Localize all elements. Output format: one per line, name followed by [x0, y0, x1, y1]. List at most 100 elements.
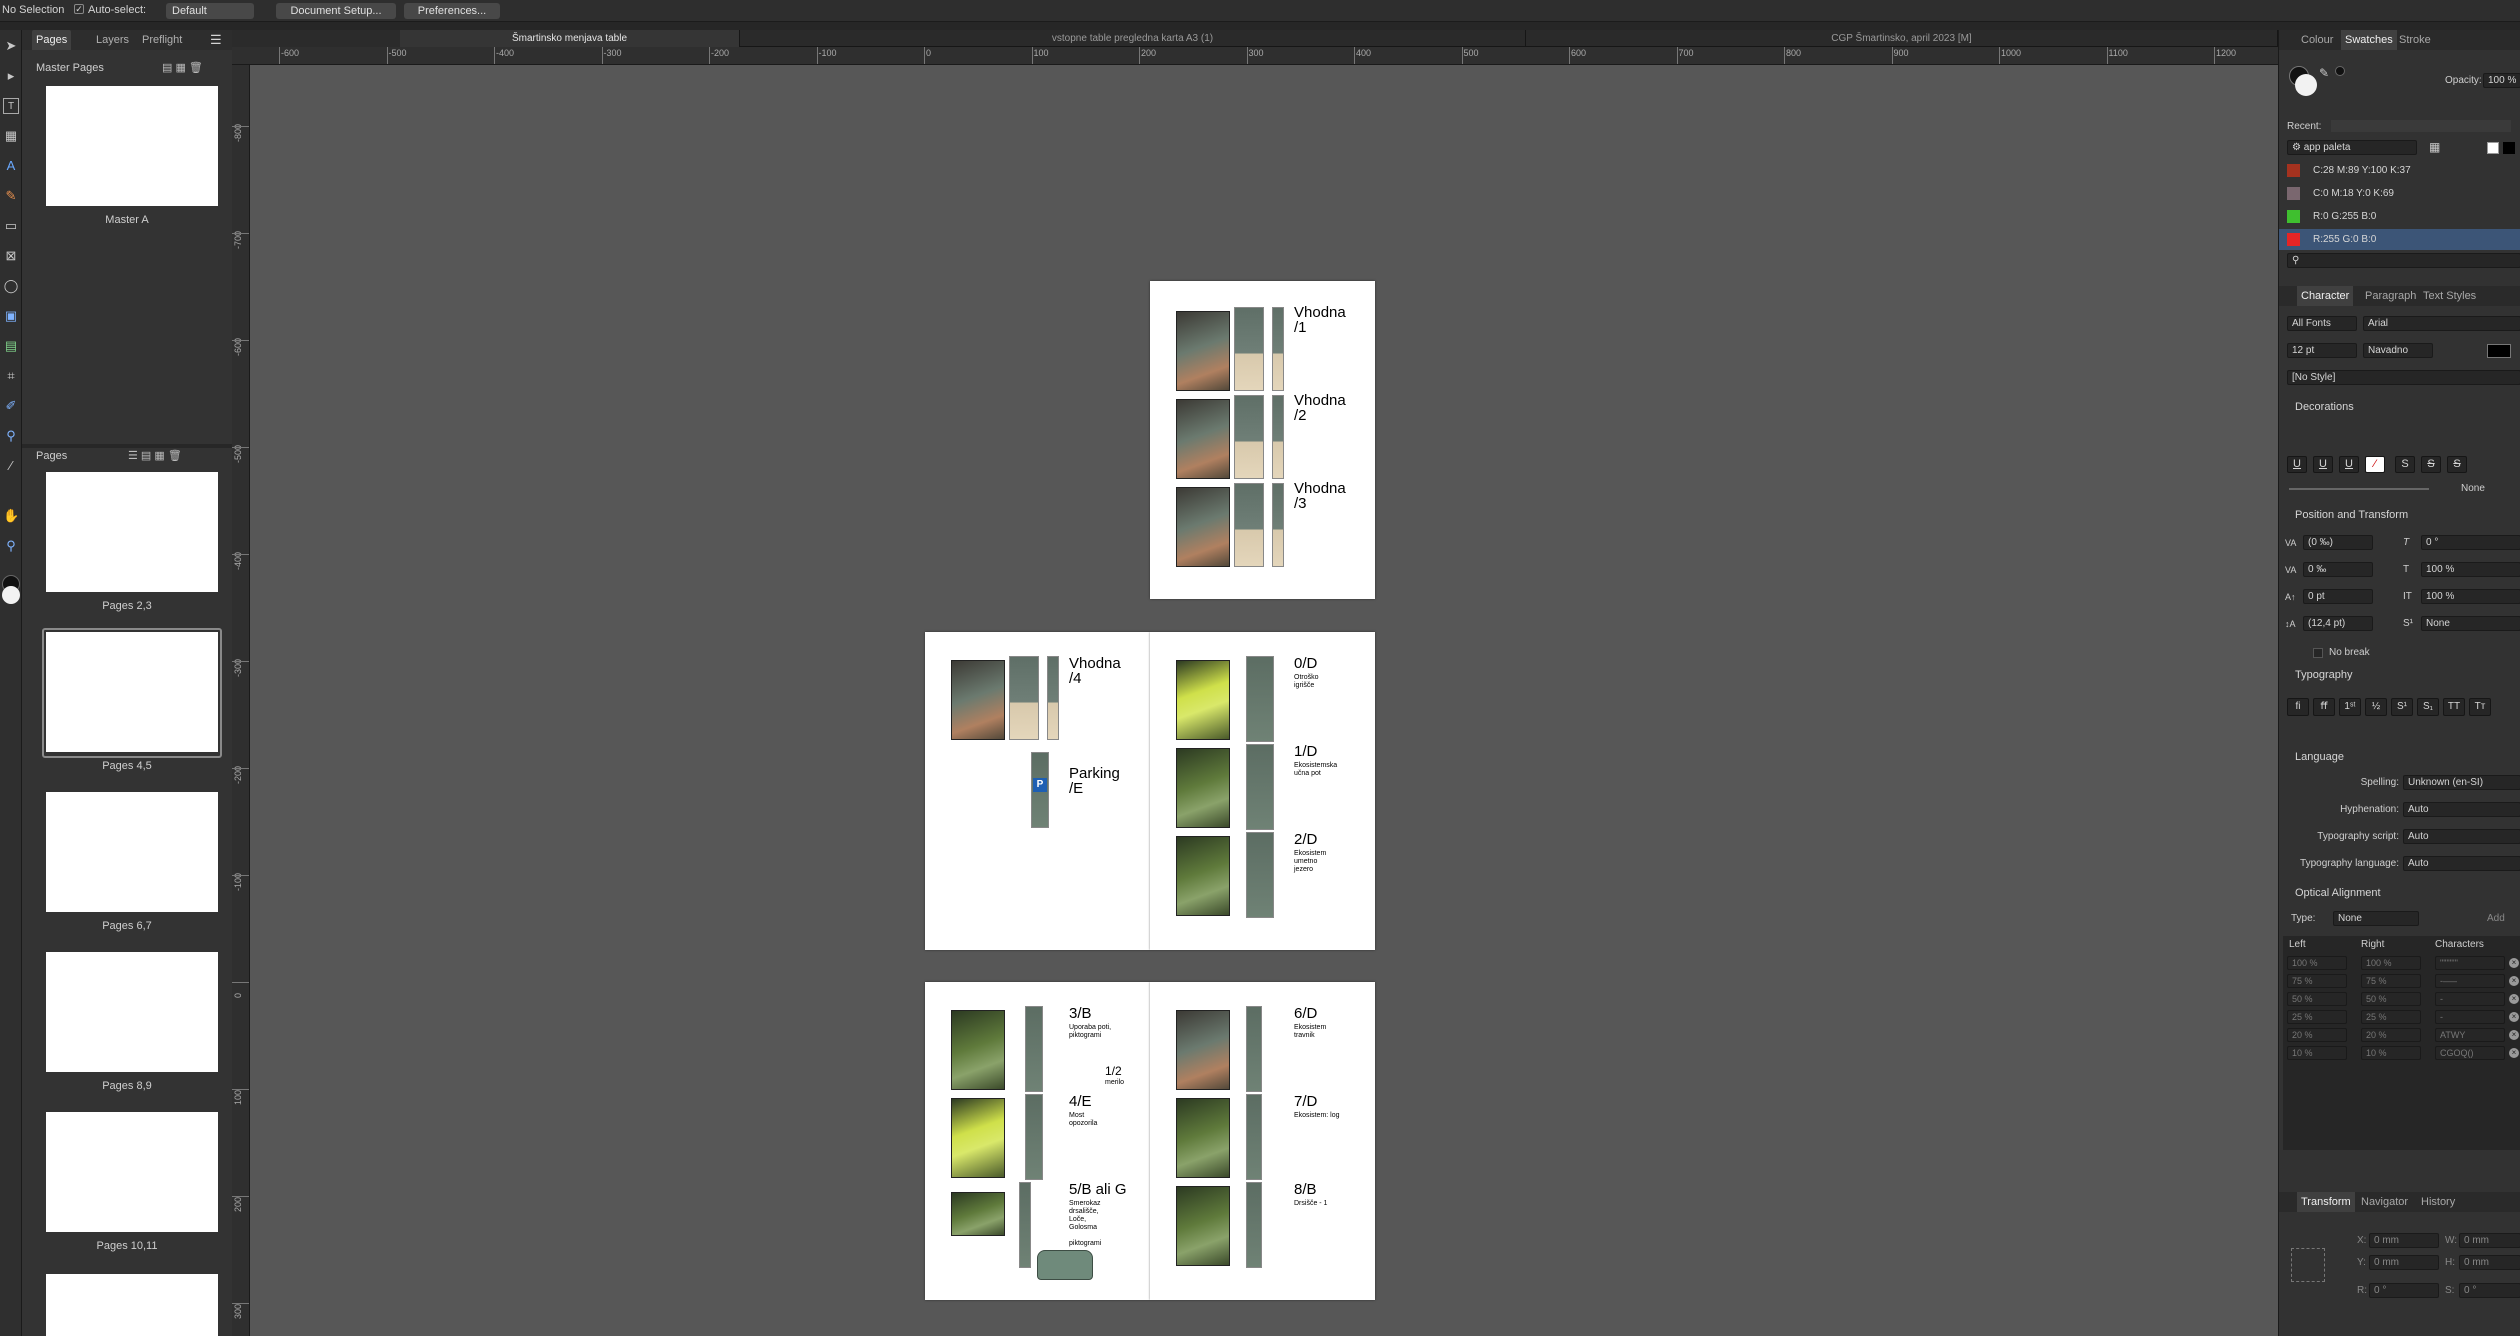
artistic-text-tool-icon[interactable]: A [3, 158, 19, 174]
document-canvas[interactable]: Vhodna /1 Vhodna /2 Vhodna /3 Vhodna /4 … [250, 65, 2278, 1336]
h-field[interactable]: 0 mm [2459, 1255, 2520, 1270]
optical-alignment-header[interactable]: Optical Alignment [2279, 884, 2520, 902]
spread-thumb-10-11[interactable] [46, 1112, 218, 1232]
ordinals-button[interactable]: 1ˢᵗ [2339, 698, 2361, 716]
eyedropper-icon[interactable]: ✎ [2319, 66, 2329, 80]
tab-swatches[interactable]: Swatches [2341, 30, 2397, 50]
optical-cell-right[interactable]: 75 % [2361, 974, 2421, 988]
optical-cell-left[interactable]: 25 % [2287, 1010, 2347, 1024]
remove-row-icon[interactable]: × [2509, 1030, 2519, 1040]
optical-cell-chars[interactable]: CGOQ() [2435, 1046, 2505, 1060]
character-style-dropdown[interactable]: [No Style] [2287, 370, 2520, 385]
optical-cell-right[interactable]: 50 % [2361, 992, 2421, 1006]
tab-colour[interactable]: Colour [2297, 30, 2337, 50]
y-field[interactable]: 0 mm [2369, 1255, 2439, 1270]
doc-tab-2[interactable]: vstopne table pregledna karta A3 (1) [740, 30, 1526, 47]
optical-type-dropdown[interactable]: None [2333, 911, 2419, 926]
double-underline-button[interactable]: U [2313, 456, 2333, 473]
optical-cell-right[interactable]: 100 % [2361, 956, 2421, 970]
swatch-row[interactable]: R:0 G:255 B:0 [2279, 206, 2520, 227]
pen-tool-icon[interactable]: ✎ [3, 188, 19, 204]
opacity-field[interactable]: 100 % [2483, 73, 2520, 88]
tab-paragraph[interactable]: Paragraph [2361, 286, 2420, 306]
optical-cell-left[interactable]: 10 % [2287, 1046, 2347, 1060]
tab-pages[interactable]: Pages [32, 30, 72, 50]
font-size-field[interactable]: 12 pt [2287, 343, 2357, 358]
panel-menu-icon[interactable]: ☰ [210, 32, 222, 48]
underline-style-button[interactable]: U [2339, 456, 2359, 473]
hscale-field[interactable]: 100 % [2421, 562, 2520, 577]
small-caps-button[interactable]: TT [2443, 698, 2465, 716]
optical-cell-right[interactable]: 25 % [2361, 1010, 2421, 1024]
font-style-dropdown[interactable]: Navadno [2363, 343, 2433, 358]
master-actions-icon[interactable]: ▤ ▦ 🗑 [162, 61, 203, 74]
rectangle-tool-icon[interactable]: ▭ [3, 218, 19, 234]
tracking-field[interactable]: 0 ‰ [2303, 562, 2373, 577]
remove-row-icon[interactable]: × [2509, 1048, 2519, 1058]
spread-thumb-12-13[interactable] [46, 1274, 218, 1336]
auto-select-checkbox[interactable]: ✓ [74, 4, 84, 14]
optical-cell-chars[interactable]: - [2435, 992, 2505, 1006]
no-break-checkbox[interactable] [2313, 648, 2323, 658]
fill-tool-icon[interactable]: ✐ [3, 398, 19, 414]
hyphenation-dropdown[interactable]: Auto [2403, 802, 2520, 817]
spread-thumb-6-7[interactable] [46, 792, 218, 912]
vscale-field[interactable]: 100 % [2421, 589, 2520, 604]
frame-text-tool-icon[interactable]: T [3, 98, 19, 114]
underline-colour-button[interactable]: ⁄ [2365, 456, 2385, 473]
decorations-header[interactable]: Decorations [2279, 398, 2520, 416]
palette-view-icon[interactable]: ▦ [2429, 140, 2440, 154]
language-header[interactable]: Language [2279, 748, 2520, 766]
fractions-button[interactable]: ½ [2365, 698, 2387, 716]
move-tool-icon[interactable]: ➤ [3, 38, 19, 54]
tab-preflight[interactable]: Preflight [138, 30, 186, 50]
document-setup-button[interactable]: Document Setup... [276, 3, 396, 19]
place-image-tool-icon[interactable]: ▣ [3, 308, 19, 324]
baseline-field[interactable]: 0 pt [2303, 589, 2373, 604]
page-3[interactable]: Vhodna /1 Vhodna /2 Vhodna /3 [1150, 281, 1375, 599]
optical-cell-chars[interactable]: - [2435, 1010, 2505, 1024]
ligatures-button[interactable]: fi [2287, 698, 2309, 716]
position-field[interactable]: None [2421, 616, 2520, 631]
tab-stroke[interactable]: Stroke [2395, 30, 2435, 50]
font-collection-dropdown[interactable]: All Fonts [2287, 316, 2357, 331]
optical-cell-left[interactable]: 75 % [2287, 974, 2347, 988]
crop-tool-icon[interactable]: ⌗ [3, 368, 19, 384]
hand-tool-icon[interactable]: ✋ [3, 508, 19, 524]
decoration-slider[interactable] [2289, 488, 2429, 490]
optical-cell-chars[interactable]: ATWY [2435, 1028, 2505, 1042]
transparency-tool-icon[interactable]: ⚲ [3, 428, 19, 444]
swatch-search-input[interactable]: ⚲ [2287, 253, 2520, 268]
spread-thumb-4-5[interactable] [46, 632, 218, 752]
swatch-row[interactable]: C:28 M:89 Y:100 K:37 [2279, 160, 2520, 181]
page-6[interactable]: 3/B Uporaba poti, piktogrami 1/2 merilo … [925, 982, 1150, 1300]
leading-field[interactable]: (12,4 pt) [2303, 616, 2373, 631]
s-field[interactable]: 0 ° [2459, 1283, 2520, 1298]
none-swatch-icon[interactable] [2487, 142, 2499, 154]
w-field[interactable]: 0 mm [2459, 1233, 2520, 1248]
optical-cell-left[interactable]: 20 % [2287, 1028, 2347, 1042]
vertical-ruler[interactable]: -800 -700 -600 -500 -400 -300 -200 -100 0 100 200 3… [232, 65, 250, 1336]
remove-row-icon[interactable]: × [2509, 994, 2519, 1004]
spread-thumb-2-3[interactable] [46, 472, 218, 592]
picture-frame-tool-icon[interactable]: ⊠ [3, 248, 19, 264]
black-swatch-icon[interactable] [2503, 142, 2515, 154]
superscript-button[interactable]: S¹ [2391, 698, 2413, 716]
r-field[interactable]: 0 ° [2369, 1283, 2439, 1298]
table-tool-icon[interactable]: ▦ [3, 128, 19, 144]
swap-colour-icon[interactable] [2335, 66, 2345, 76]
spelling-dropdown[interactable]: Unknown (en-SI) [2403, 775, 2520, 790]
master-a-thumb[interactable] [46, 86, 218, 206]
optical-cell-left[interactable]: 50 % [2287, 992, 2347, 1006]
tab-layers[interactable]: Layers [92, 30, 133, 50]
optical-cell-right[interactable]: 10 % [2361, 1046, 2421, 1060]
double-strike-button[interactable]: S [2421, 456, 2441, 473]
x-field[interactable]: 0 mm [2369, 1233, 2439, 1248]
optical-cell-left[interactable]: 100 % [2287, 956, 2347, 970]
optical-cell-chars[interactable]: "'""'"' [2435, 956, 2505, 970]
subscript-button[interactable]: S₁ [2417, 698, 2439, 716]
eyedropper-tool-icon[interactable]: ⁄ [3, 458, 19, 474]
skew-field[interactable]: 0 ° [2421, 535, 2520, 550]
position-transform-header[interactable]: Position and Transform [2279, 506, 2520, 524]
auto-select-dropdown[interactable]: Default [166, 3, 254, 19]
